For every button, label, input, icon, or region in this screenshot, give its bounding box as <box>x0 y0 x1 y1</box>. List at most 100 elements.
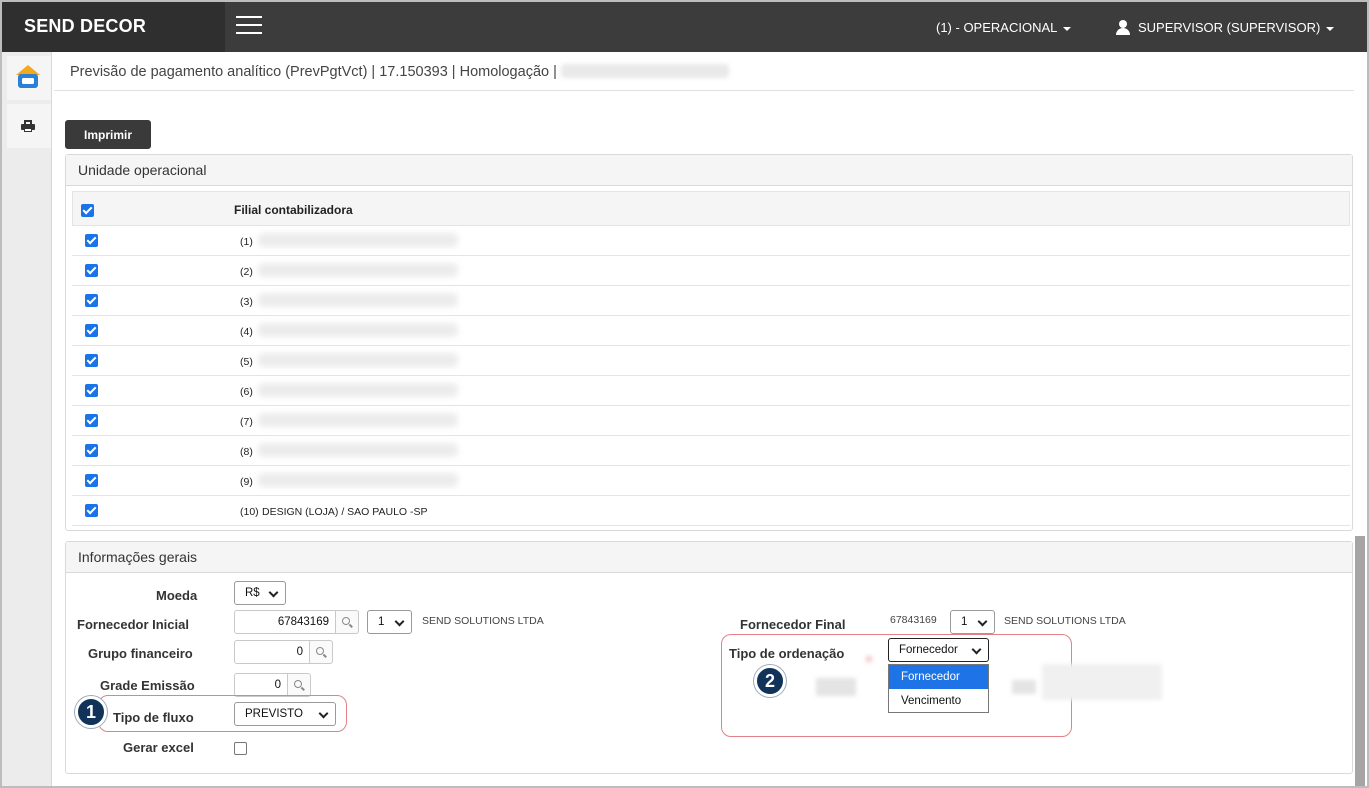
company-menu-label: (1) - OPERACIONAL <box>936 20 1058 35</box>
row-checkbox[interactable] <box>85 474 98 487</box>
row-number: (1) <box>240 236 253 248</box>
table-row[interactable]: (1) <box>72 226 1350 256</box>
caret-down-icon <box>1326 26 1335 31</box>
redacted-filial-name <box>258 293 458 307</box>
tipo-ordenacao-label: Tipo de ordenação <box>729 646 845 661</box>
company-menu[interactable]: (1) - OPERACIONAL <box>936 2 1072 52</box>
table-row[interactable]: (6) <box>72 376 1350 406</box>
page-scrollbar[interactable] <box>1355 536 1365 786</box>
row-checkbox[interactable] <box>85 444 98 457</box>
moeda-label: Moeda <box>156 588 198 603</box>
table-header: Filial contabilizadora <box>72 191 1350 226</box>
grupo-financeiro-input[interactable]: 0 <box>234 640 310 664</box>
redacted-environment <box>560 64 729 78</box>
redacted-mark <box>866 656 872 662</box>
row-checkbox[interactable] <box>85 294 98 307</box>
row-filial-name: DESIGN (LOJA) / SAO PAULO -SP <box>262 506 428 518</box>
user-icon <box>1116 20 1130 35</box>
redacted-field <box>1012 680 1036 694</box>
table-row[interactable]: (9) <box>72 466 1350 496</box>
row-number: (8) <box>240 446 253 458</box>
left-rail <box>2 52 52 786</box>
row-checkbox[interactable] <box>85 234 98 247</box>
table-row[interactable]: (10) DESIGN (LOJA) / SAO PAULO -SP <box>72 496 1350 526</box>
print-button[interactable]: Imprimir <box>65 120 151 149</box>
rail-print-button[interactable] <box>7 104 51 148</box>
row-number: (2) <box>240 266 253 278</box>
search-icon <box>316 647 324 655</box>
search-fornecedor-inicial-button[interactable] <box>336 610 359 634</box>
table-row[interactable]: (8) <box>72 436 1350 466</box>
row-checkbox[interactable] <box>85 504 98 517</box>
option-fornecedor[interactable]: Fornecedor <box>889 665 988 689</box>
row-number: (5) <box>240 356 253 368</box>
redacted-filial-name <box>258 383 458 397</box>
redacted-filial-name <box>258 353 458 367</box>
redacted-filial-name <box>258 233 458 247</box>
table-row[interactable]: (7) <box>72 406 1350 436</box>
row-checkbox[interactable] <box>85 384 98 397</box>
unidade-operacional-panel: Unidade operacional Filial contabilizado… <box>65 154 1353 531</box>
row-number: (7) <box>240 416 253 428</box>
user-menu-label: SUPERVISOR (SUPERVISOR) <box>1138 20 1321 35</box>
search-icon <box>294 680 302 688</box>
grade-emissao-label: Grade Emissão <box>100 678 195 693</box>
table-row[interactable]: (4) <box>72 316 1350 346</box>
redacted-field <box>816 678 856 696</box>
fornecedor-inicial-seq-select[interactable]: 1 <box>367 610 412 634</box>
redacted-filial-name <box>258 443 458 457</box>
panel-title: Informações gerais <box>66 542 1352 573</box>
search-grade-button[interactable] <box>288 673 311 697</box>
callout-badge-1: 1 <box>75 696 107 728</box>
breadcrumb: Previsão de pagamento analítico (PrevPgt… <box>70 64 729 80</box>
redacted-field <box>1042 664 1162 700</box>
row-number: (4) <box>240 326 253 338</box>
caret-down-icon <box>1063 26 1072 31</box>
table-row[interactable]: (3) <box>72 286 1350 316</box>
filial-table: Filial contabilizadora (1) (2) (3) (4) (5) (6… <box>72 191 1350 526</box>
rail-home-button[interactable] <box>7 56 51 100</box>
printer-icon <box>21 120 35 132</box>
fornecedor-final-code: 67843169 <box>890 614 937 626</box>
tipo-ordenacao-select[interactable]: Fornecedor <box>888 638 989 662</box>
panel-title: Unidade operacional <box>66 155 1352 186</box>
hamburger-menu-icon[interactable] <box>236 16 262 38</box>
user-menu[interactable]: SUPERVISOR (SUPERVISOR) <box>1116 2 1335 52</box>
grade-emissao-input[interactable]: 0 <box>234 673 288 697</box>
redacted-filial-name <box>258 323 458 337</box>
moeda-select[interactable]: R$ <box>234 581 286 605</box>
table-row[interactable]: (5) <box>72 346 1350 376</box>
redacted-filial-name <box>258 263 458 277</box>
tipo-fluxo-label: Tipo de fluxo <box>113 710 194 725</box>
divider <box>54 90 1354 91</box>
redacted-filial-name <box>258 473 458 487</box>
fornecedor-final-name: SEND SOLUTIONS LTDA <box>1004 615 1126 627</box>
search-grupo-button[interactable] <box>310 640 333 664</box>
tipo-ordenacao-dropdown: Fornecedor Vencimento <box>888 664 989 713</box>
row-checkbox[interactable] <box>85 354 98 367</box>
row-checkbox[interactable] <box>85 324 98 337</box>
row-number: (3) <box>240 296 253 308</box>
top-navbar: SEND DECOR (1) - OPERACIONAL SUPERVISOR … <box>2 2 1367 52</box>
fornecedor-inicial-input[interactable]: 67843169 <box>234 610 336 634</box>
search-icon <box>342 617 350 625</box>
fornecedor-final-label: Fornecedor Final <box>740 617 846 632</box>
table-row[interactable]: (2) <box>72 256 1350 286</box>
brand-logo-text[interactable]: SEND DECOR <box>2 2 225 52</box>
fornecedor-final-seq-select[interactable]: 1 <box>950 610 995 634</box>
option-vencimento[interactable]: Vencimento <box>889 689 988 713</box>
gerar-excel-label: Gerar excel <box>123 740 194 755</box>
row-number: (6) <box>240 386 253 398</box>
grupo-financeiro-label: Grupo financeiro <box>88 646 193 661</box>
redacted-filial-name <box>258 413 458 427</box>
tipo-fluxo-select[interactable]: PREVISTO <box>234 702 336 726</box>
select-all-checkbox[interactable] <box>81 204 94 217</box>
fornecedor-inicial-label: Fornecedor Inicial <box>77 617 189 632</box>
fornecedor-inicial-name: SEND SOLUTIONS LTDA <box>422 615 544 627</box>
row-checkbox[interactable] <box>85 264 98 277</box>
home-sofa-icon <box>16 65 40 88</box>
row-checkbox[interactable] <box>85 414 98 427</box>
row-number: (9) <box>240 476 253 488</box>
gerar-excel-checkbox[interactable] <box>234 742 247 755</box>
row-number: (10) <box>240 506 259 518</box>
